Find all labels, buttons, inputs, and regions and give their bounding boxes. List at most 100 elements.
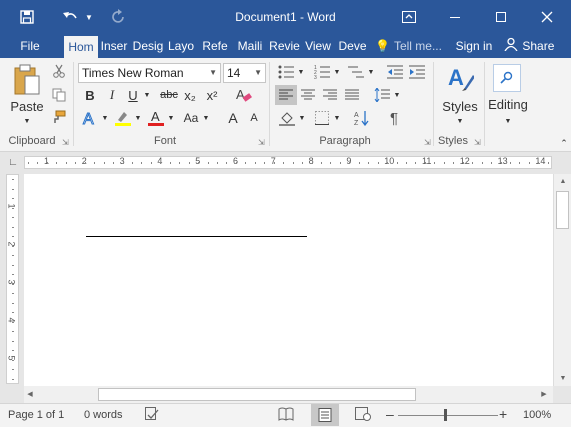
vertical-scroll-thumb[interactable] [556,191,569,229]
subscript-button[interactable]: x₂ [181,86,199,104]
paste-dropdown-icon[interactable]: ▼ [22,116,32,126]
read-mode-icon[interactable] [278,407,294,424]
tab-home[interactable]: Hom [64,36,98,58]
shrink-font-button[interactable]: A [246,108,262,128]
underline-button[interactable]: U [125,86,141,104]
font-dialog-launcher-icon[interactable]: ⇲ [258,138,265,147]
numbering-icon[interactable]: 123 [312,63,332,81]
borders-icon[interactable] [312,108,332,128]
align-right-icon[interactable] [319,85,341,105]
increase-indent-icon[interactable] [407,63,427,81]
paste-button[interactable]: Paste [10,98,44,114]
styles-dropdown-icon[interactable]: ▼ [455,116,465,126]
chevron-down-icon[interactable]: ▼ [209,64,217,82]
zoom-level[interactable]: 100% [523,409,551,421]
align-left-icon[interactable] [275,85,297,105]
scroll-down-icon[interactable]: ▼ [557,372,569,384]
font-size-combo[interactable]: 14 ▼ [223,63,266,83]
vertical-ruler[interactable]: 12345 [6,174,19,384]
zoom-slider-track[interactable] [398,415,498,416]
editing-dropdown-icon[interactable]: ▼ [503,116,513,126]
highlight-color-icon[interactable] [113,108,133,128]
shading-dropdown-icon[interactable]: ▼ [297,108,307,128]
zoom-out-button[interactable]: – [386,406,394,422]
format-painter-icon[interactable] [50,108,68,126]
word-count[interactable]: 0 words [84,409,123,421]
styles-button[interactable]: Styles [440,98,480,114]
minimize-icon[interactable] [444,0,466,34]
strikethrough-button[interactable]: abc [157,86,181,104]
text-effects-icon[interactable]: A [80,108,100,128]
tab-developer[interactable]: Deve [337,34,368,58]
share-button[interactable]: Share [503,34,559,58]
zoom-in-button[interactable]: + [499,406,507,422]
horizontal-scrollbar[interactable]: ◀ ▶ [24,386,553,403]
shading-icon[interactable] [277,108,297,128]
tab-layout[interactable]: Layo [166,34,196,58]
clear-formatting-icon[interactable]: A [232,85,254,105]
page-count[interactable]: Page 1 of 1 [8,409,64,421]
cut-icon[interactable] [50,62,68,80]
tab-insert[interactable]: Inser [99,34,129,58]
superscript-button[interactable]: x² [203,86,221,104]
sign-in-link[interactable]: Sign in [452,34,496,58]
tab-selector-icon[interactable]: ∟ [7,156,19,168]
decrease-indent-icon[interactable] [385,63,405,81]
bullets-dropdown-icon[interactable]: ▼ [296,63,306,81]
line-spacing-dropdown-icon[interactable]: ▼ [392,85,402,105]
grow-font-button[interactable]: A [224,108,242,128]
ruler-label: 12 [459,156,470,166]
tab-design[interactable]: Desig [132,34,164,58]
font-family-combo[interactable]: Times New Roman ▼ [78,63,221,83]
close-icon[interactable] [536,0,558,34]
editing-button[interactable]: Editing [486,96,530,112]
document-page[interactable] [24,174,553,386]
italic-button[interactable]: I [104,86,120,104]
paragraph-dialog-launcher-icon[interactable]: ⇲ [424,138,431,147]
align-center-icon[interactable] [297,85,319,105]
multilevel-list-icon[interactable] [346,63,366,81]
styles-icon[interactable]: A [444,62,476,94]
scroll-up-icon[interactable]: ▲ [557,175,569,187]
underline-dropdown-icon[interactable]: ▼ [142,86,152,104]
paste-icon[interactable] [10,62,44,98]
tab-mailings[interactable]: Maili [234,34,266,58]
highlight-dropdown-icon[interactable]: ▼ [133,108,143,128]
maximize-icon[interactable] [490,0,512,34]
print-layout-icon[interactable] [311,404,339,426]
find-icon[interactable] [493,64,521,92]
line-spacing-icon[interactable] [372,85,392,105]
tab-view[interactable]: View [302,34,334,58]
bullets-icon[interactable] [276,63,296,81]
justify-icon[interactable] [341,85,363,105]
ribbon-display-options-icon[interactable] [398,0,420,34]
proofing-icon[interactable] [145,407,159,424]
sort-icon[interactable]: AZ [352,108,372,128]
web-layout-icon[interactable] [355,407,371,424]
vertical-scrollbar[interactable]: ▲ ▼ [553,174,571,386]
font-color-icon[interactable]: A [146,108,166,128]
tab-references[interactable]: Refe [200,34,230,58]
collapse-ribbon-icon[interactable]: ⌃ [558,138,570,148]
bold-button[interactable]: B [82,86,98,104]
copy-icon[interactable] [50,86,68,104]
horizontal-ruler[interactable]: 1 2 3 4 5 6 7 8 9 10 11 12 13 14 [24,156,552,169]
tab-review[interactable]: Revie [269,34,300,58]
change-case-dropdown-icon[interactable]: ▼ [201,108,211,128]
chevron-down-icon[interactable]: ▼ [254,64,262,82]
horizontal-scroll-thumb[interactable] [98,388,416,401]
scroll-left-icon[interactable]: ◀ [24,388,36,400]
tab-file[interactable]: File [14,34,46,58]
zoom-slider-thumb[interactable] [444,409,447,421]
scroll-right-icon[interactable]: ▶ [538,388,550,400]
show-marks-icon[interactable]: ¶ [384,108,404,128]
numbering-dropdown-icon[interactable]: ▼ [332,63,342,81]
text-effects-dropdown-icon[interactable]: ▼ [100,108,110,128]
multilevel-dropdown-icon[interactable]: ▼ [366,63,376,81]
font-color-dropdown-icon[interactable]: ▼ [166,108,176,128]
borders-dropdown-icon[interactable]: ▼ [332,108,342,128]
styles-dialog-launcher-icon[interactable]: ⇲ [474,138,481,147]
change-case-button[interactable]: Aa [180,108,202,128]
clipboard-dialog-launcher-icon[interactable]: ⇲ [62,138,69,147]
tell-me-search[interactable]: 💡 Tell me... [375,34,447,58]
